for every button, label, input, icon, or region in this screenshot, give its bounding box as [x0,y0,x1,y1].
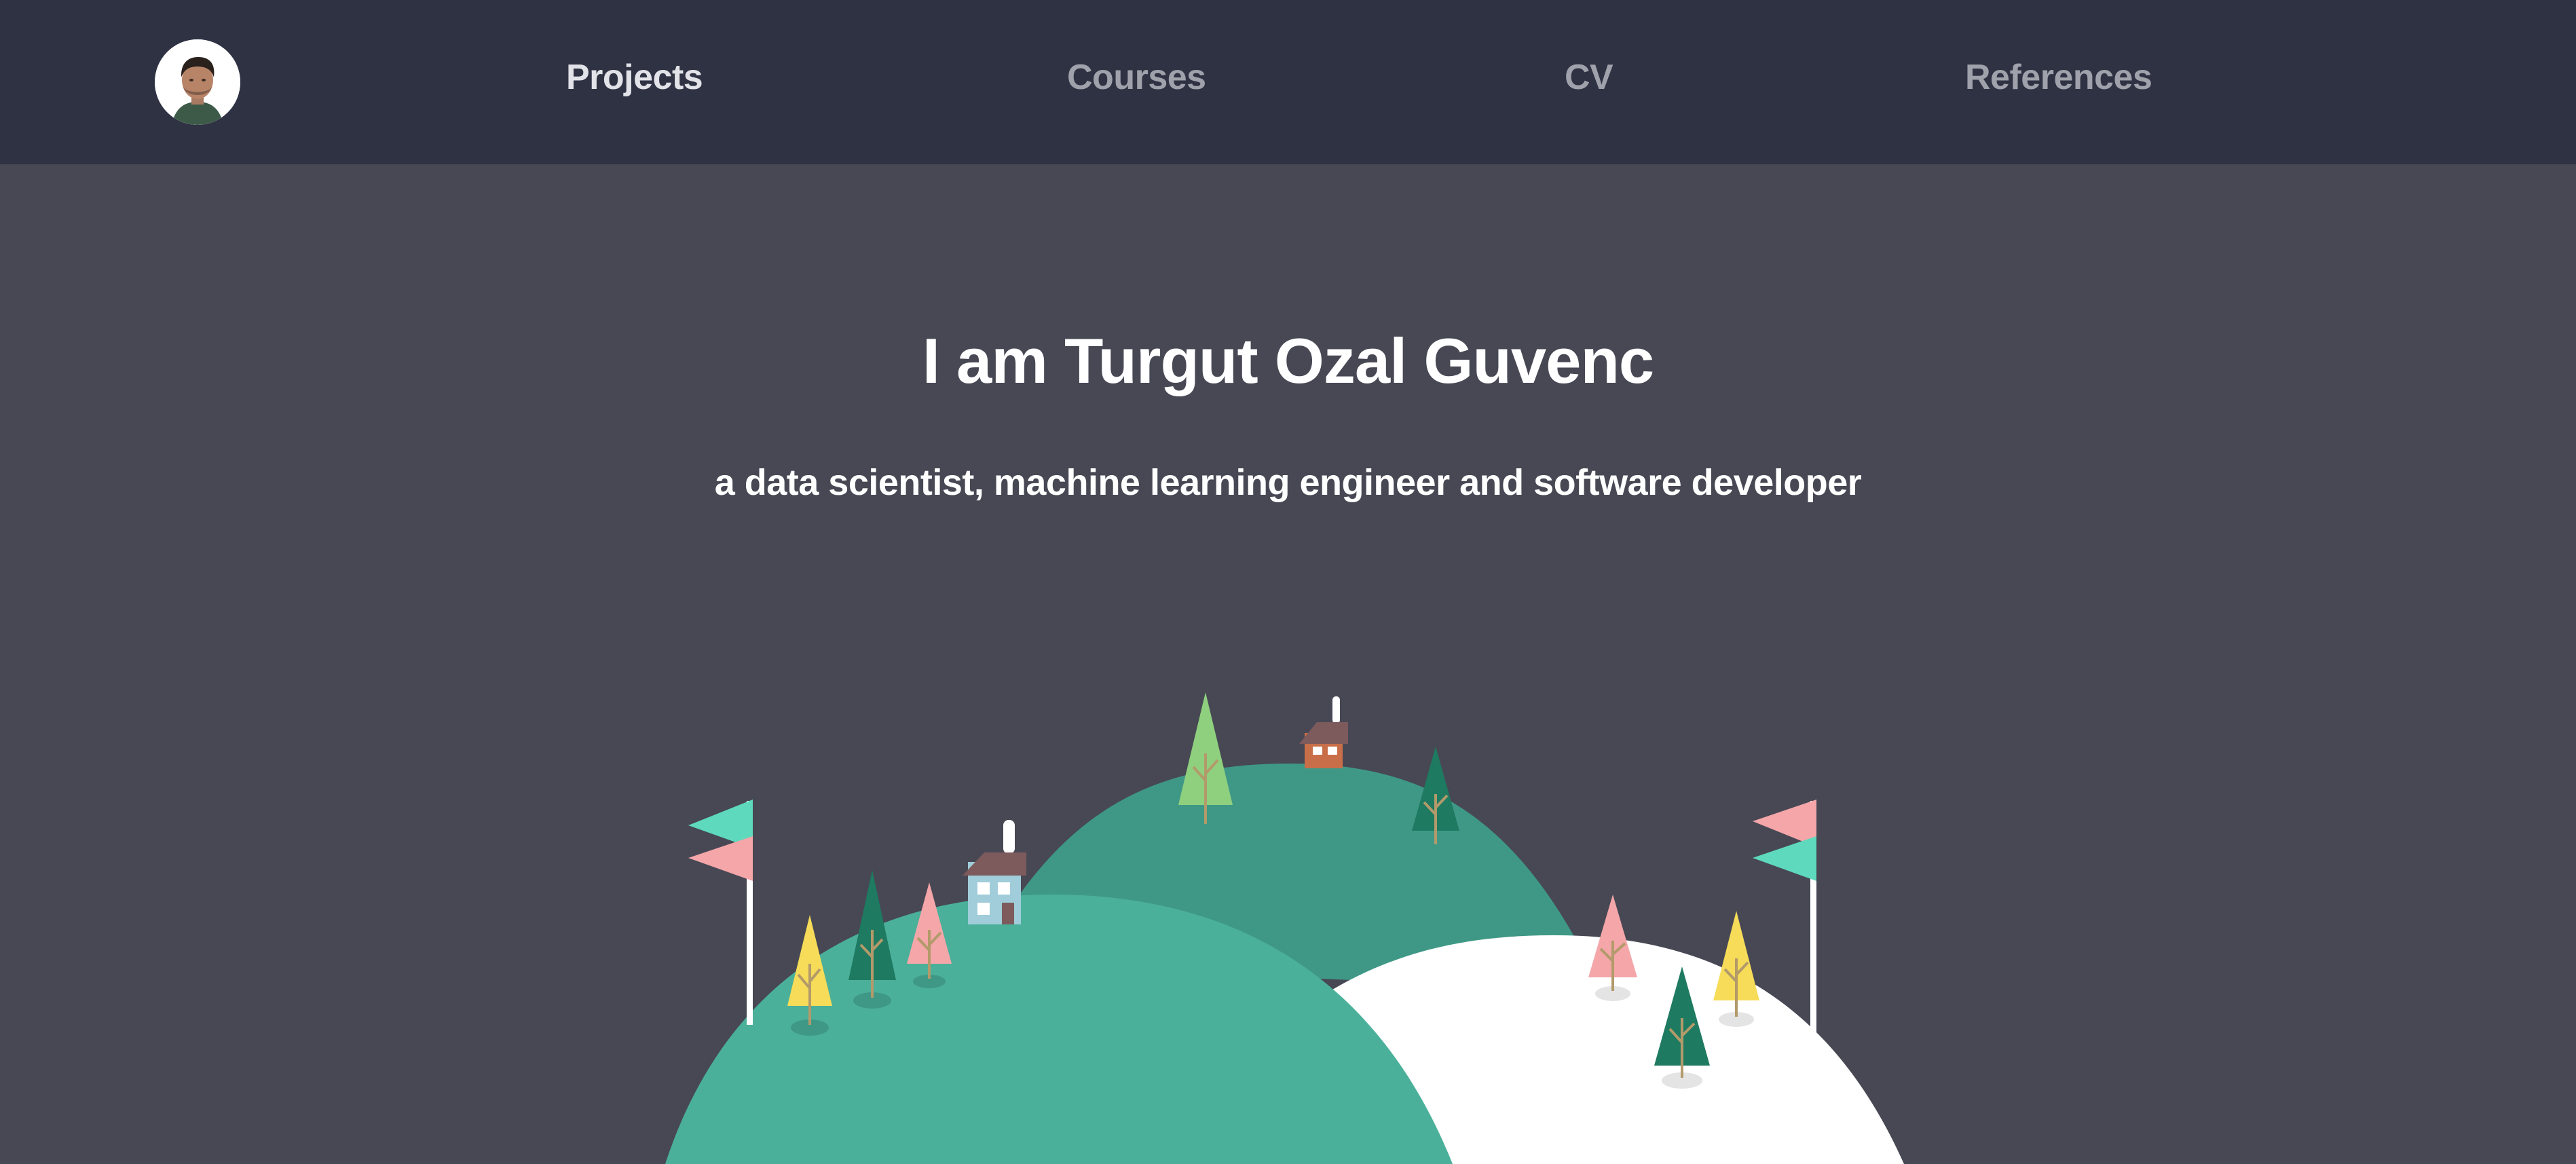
avatar[interactable] [155,39,240,125]
top-navbar: Projects Courses CV References [0,0,2576,164]
house-left [963,820,1026,924]
hero-title: I am Turgut Ozal Guvenc [922,325,1654,396]
hero-subtitle: a data scientist, machine learning engin… [714,462,1862,503]
nav-link-cv[interactable]: CV [1565,57,1613,98]
nav-link-references[interactable]: References [1965,57,2152,98]
nav-link-projects[interactable]: Projects [566,57,703,98]
landscape-illustration [665,692,1904,1164]
left-flag [688,800,753,1025]
house-top [1299,696,1348,768]
avatar-photo [155,39,240,125]
nav-link-courses[interactable]: Courses [1067,57,1206,98]
